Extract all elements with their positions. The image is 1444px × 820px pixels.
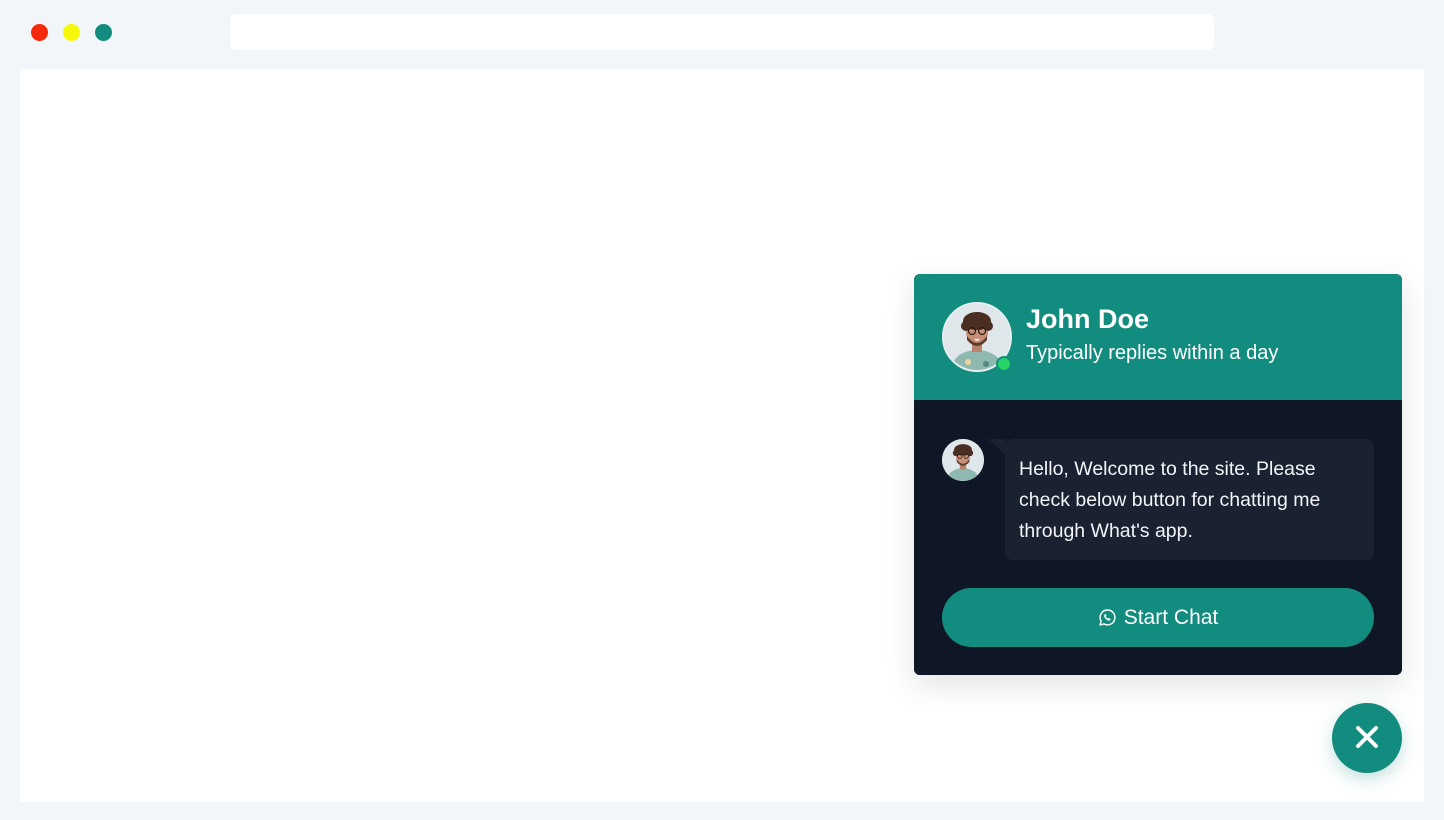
whatsapp-icon (1098, 608, 1117, 627)
message-avatar (942, 439, 984, 481)
browser-window-bar (0, 0, 1444, 64)
window-minimize-dot[interactable] (63, 24, 80, 41)
online-status-dot (996, 356, 1012, 372)
whatsapp-chat-widget: John Doe Typically replies within a day … (914, 274, 1402, 675)
start-chat-button[interactable]: Start Chat (942, 588, 1374, 647)
message-text: Hello, Welcome to the site. Please check… (1019, 458, 1321, 542)
message-bubble-tail (988, 439, 1006, 455)
agent-name: John Doe (1026, 304, 1150, 334)
message-bubble: Hello, Welcome to the site. Please check… (1005, 439, 1374, 560)
chat-header: John Doe Typically replies within a day (914, 274, 1402, 400)
window-close-dot[interactable] (31, 24, 48, 41)
agent-reply-status: Typically replies within a day (1026, 342, 1279, 364)
window-maximize-dot[interactable] (95, 24, 112, 41)
close-widget-button[interactable] (1332, 703, 1402, 773)
address-bar[interactable] (230, 14, 1214, 50)
close-icon (1354, 724, 1380, 753)
start-chat-label: Start Chat (1123, 605, 1219, 629)
